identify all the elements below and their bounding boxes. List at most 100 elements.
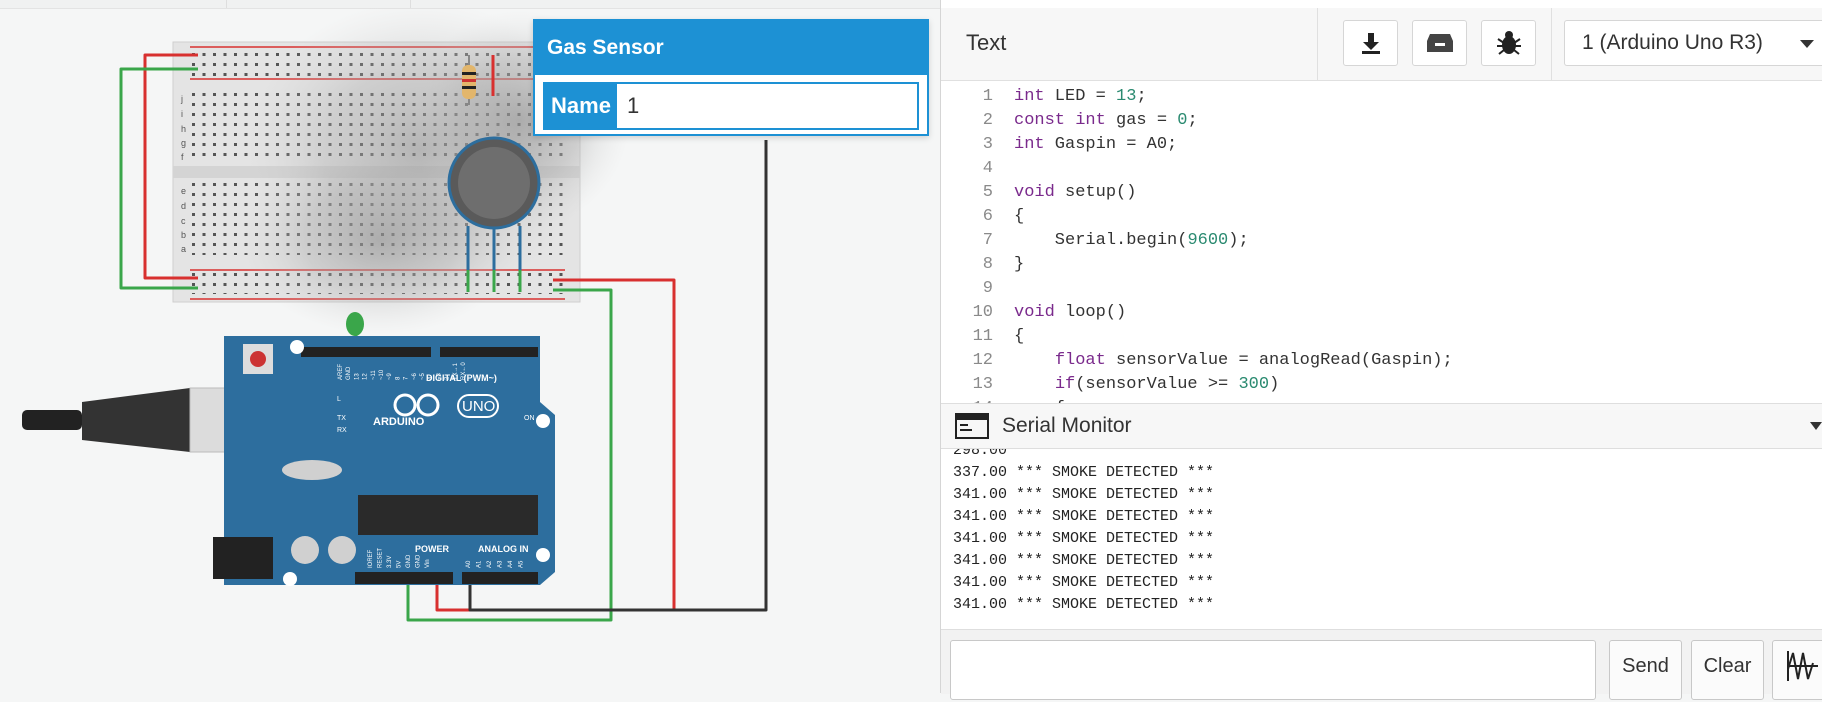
pin-label: GND <box>346 366 352 380</box>
line-number: 9 <box>982 279 993 298</box>
graph-icon <box>1787 651 1818 681</box>
code-line[interactable]: void setup() <box>1014 181 1136 205</box>
pin-label: RESET <box>378 548 384 568</box>
name-label: Name <box>545 84 617 128</box>
serial-monitor-title: Serial Monitor <box>1002 414 1132 437</box>
pin-label: ~6 <box>412 372 418 380</box>
serial-line: 341.00 *** SMOKE DETECTED *** <box>953 596 1215 613</box>
pin-label: GND <box>406 554 412 568</box>
line-number: 1 <box>982 87 993 106</box>
code-toolbar: Text 1 (Arduino Uno R3) <box>941 8 1822 81</box>
line-number: 7 <box>982 231 993 250</box>
pin-label: AREF <box>338 364 344 380</box>
code-line[interactable]: int Gaspin = A0; <box>1014 133 1177 157</box>
pin-label: A5 <box>519 560 525 568</box>
name-row: Name <box>543 82 919 130</box>
breadboard-row-letter: h <box>181 124 186 134</box>
code-line[interactable]: void loop() <box>1014 301 1126 325</box>
device-select[interactable]: 1 (Arduino Uno R3) <box>1564 20 1822 66</box>
code-editor[interactable]: 1 int LED = 13; 2 const int gas = 0; 3 int Ga… <box>941 81 1822 403</box>
code-mode-label[interactable]: Text <box>966 8 1006 78</box>
power-label: POWER <box>415 544 450 554</box>
pin-label: RX←0 <box>461 362 467 380</box>
serial-line: 341.00 *** SMOKE DETECTED *** <box>953 530 1215 547</box>
gas-sensor-popover: Gas Sensor Name <box>533 19 929 136</box>
device-select-label: 1 (Arduino Uno R3) <box>1582 31 1763 54</box>
breadboard-row-letter: j <box>180 94 183 104</box>
pin-label: ~3 <box>436 372 442 380</box>
pin-label: A1 <box>477 560 483 568</box>
pin-label: 5V <box>397 561 403 568</box>
breadboard-row-letter: i <box>181 109 183 119</box>
line-number: 6 <box>982 207 993 226</box>
breadboard-row-letter: g <box>181 138 186 148</box>
serial-line: 341.00 *** SMOKE DETECTED *** <box>953 574 1215 591</box>
library-button[interactable] <box>1412 20 1467 66</box>
pin-label: A0 <box>466 560 472 568</box>
line-number: 3 <box>982 135 993 154</box>
serial-monitor-header[interactable]: Serial Monitor <box>941 403 1822 449</box>
serial-line: 341.00 *** SMOKE DETECTED *** <box>953 486 1215 503</box>
pin-label: 3.3V <box>387 556 393 568</box>
breadboard-row-letter: a <box>181 244 186 254</box>
led-label-tx: TX <box>337 415 346 422</box>
serial-line: 298.00 <box>953 449 1008 459</box>
serial-line: 341.00 *** SMOKE DETECTED *** <box>953 552 1215 569</box>
on-label: ON <box>524 415 535 422</box>
chevron-down-icon <box>1800 40 1814 48</box>
breadboard-row-letter: c <box>181 216 186 226</box>
led-label-l: L <box>337 396 341 403</box>
popover-title: Gas Sensor <box>535 21 927 75</box>
line-number: 5 <box>982 183 993 202</box>
code-line[interactable]: Serial.begin(9600); <box>1014 229 1249 253</box>
pin-label: ~5 <box>420 372 426 380</box>
code-line[interactable]: if(sensorValue >= 300) <box>1014 373 1279 397</box>
breadboard-row-letter: b <box>181 230 186 240</box>
line-number: 8 <box>982 255 993 274</box>
pin-label: 12 <box>363 373 369 380</box>
pin-label: GND <box>416 554 422 568</box>
pin-label: ~10 <box>379 369 385 380</box>
line-number: 11 <box>972 327 993 346</box>
name-input[interactable] <box>617 84 917 128</box>
breadboard-row-letter: d <box>181 201 186 211</box>
serial-input[interactable] <box>950 640 1596 700</box>
serial-output: 298.00 337.00 *** SMOKE DETECTED *** 341… <box>941 449 1822 629</box>
line-number: 13 <box>972 375 993 394</box>
board-brand: ARDUINO <box>373 416 425 428</box>
line-number: 10 <box>972 303 993 322</box>
analog-label: ANALOG IN <box>478 544 529 554</box>
bug-icon <box>1496 31 1521 55</box>
pin-label: A4 <box>508 560 514 568</box>
code-line[interactable]: { <box>1014 325 1024 349</box>
code-panel: Text 1 (Arduino Uno R3) 1 int LED = 13; 2 c… <box>941 0 1822 700</box>
pin-label: ~9 <box>387 372 393 380</box>
serial-line: 341.00 *** SMOKE DETECTED *** <box>953 508 1215 525</box>
pin-label: IOREF <box>368 549 374 568</box>
code-line[interactable]: int LED = 13; <box>1014 85 1147 109</box>
breadboard-row-letter: e <box>181 186 186 196</box>
code-line[interactable]: const int gas = 0; <box>1014 109 1198 133</box>
pin-label: TX→1 <box>453 362 459 380</box>
pin-label: A2 <box>487 560 493 568</box>
line-number: 12 <box>972 351 993 370</box>
code-line[interactable]: { <box>1014 205 1024 229</box>
send-button[interactable]: Send <box>1609 640 1682 700</box>
download-button[interactable] <box>1343 20 1398 66</box>
line-number: 2 <box>982 111 993 130</box>
line-number: 4 <box>982 159 993 178</box>
pin-label: ~11 <box>371 370 377 380</box>
code-line[interactable]: } <box>1014 253 1024 277</box>
graph-button[interactable] <box>1772 640 1822 700</box>
pin-label: A3 <box>498 560 504 568</box>
library-box-icon <box>1426 34 1453 52</box>
debugger-button[interactable] <box>1481 20 1536 66</box>
serial-footer: Send Clear <box>941 629 1822 700</box>
code-line[interactable]: float sensorValue = analogRead(Gaspin); <box>1014 349 1453 373</box>
pin-label: 13 <box>354 373 360 380</box>
pin-label: Vin <box>425 559 431 568</box>
chevron-down-icon[interactable] <box>1810 422 1822 430</box>
board-model: UNO <box>462 398 495 415</box>
clear-button[interactable]: Clear <box>1691 640 1764 700</box>
serial-line: 337.00 *** SMOKE DETECTED *** <box>953 464 1215 481</box>
